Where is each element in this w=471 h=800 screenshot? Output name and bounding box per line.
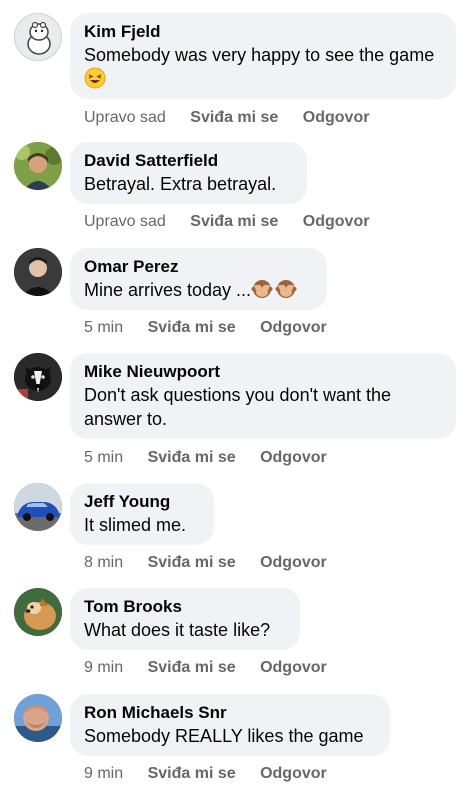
reply-button[interactable]: Odgovor xyxy=(260,659,327,676)
person-avatar-icon xyxy=(14,694,62,742)
timestamp: 8 min xyxy=(84,554,124,571)
timestamp: Upravo sad xyxy=(84,213,166,230)
like-button[interactable]: Sviđa mi se xyxy=(148,554,236,571)
commenter-name[interactable]: Mike Nieuwpoort xyxy=(84,361,442,383)
comment-bubble: Kim Fjeld Somebody was very happy to see… xyxy=(70,13,456,99)
commenter-name[interactable]: Omar Perez xyxy=(84,256,313,278)
comment-text-wrap: Somebody was very happy to see the game xyxy=(84,43,442,95)
laughing-emoji-icon xyxy=(84,67,106,95)
dog-avatar-icon xyxy=(14,588,62,636)
comment-text: What does it taste like? xyxy=(84,620,271,640)
comment-bubble: Ron Michaels Snr Somebody REALLY likes t… xyxy=(70,694,390,756)
comment-text: Betrayal. Extra betrayal. xyxy=(84,174,277,194)
like-button[interactable]: Sviđa mi se xyxy=(148,319,236,336)
reply-button[interactable]: Odgovor xyxy=(260,449,327,466)
like-button[interactable]: Sviđa mi se xyxy=(148,659,236,676)
comment-bubble: Tom Brooks What does it taste like? xyxy=(70,588,300,650)
avatar[interactable] xyxy=(14,353,62,401)
see-no-evil-monkey-icon xyxy=(251,278,273,306)
avatar[interactable] xyxy=(14,694,62,742)
avatar[interactable] xyxy=(14,142,62,190)
avatar[interactable] xyxy=(14,248,62,296)
avatar[interactable] xyxy=(14,483,62,531)
avatar[interactable] xyxy=(14,13,62,61)
commenter-name[interactable]: Ron Michaels Snr xyxy=(84,702,376,724)
reply-button[interactable]: Odgovor xyxy=(260,765,327,782)
like-button[interactable]: Sviđa mi se xyxy=(190,109,278,126)
comment-text: It slimed me. xyxy=(84,515,187,535)
person-avatar-icon xyxy=(14,248,62,296)
comment-bubble: David Satterfield Betrayal. Extra betray… xyxy=(70,142,307,204)
reply-button[interactable]: Odgovor xyxy=(260,319,327,336)
timestamp: 5 min xyxy=(84,449,124,466)
commenter-name[interactable]: Kim Fjeld xyxy=(84,21,442,43)
reply-button[interactable]: Odgovor xyxy=(303,109,370,126)
like-button[interactable]: Sviđa mi se xyxy=(148,449,236,466)
comment-bubble: Omar Perez Mine arrives today ... xyxy=(70,248,327,310)
timestamp: Upravo sad xyxy=(84,109,166,126)
comment-bubble: Jeff Young It slimed me. xyxy=(70,483,214,545)
like-button[interactable]: Sviđa mi se xyxy=(190,213,278,230)
car-avatar-icon xyxy=(14,483,62,531)
comment-actions: 8 min Sviđa mi se Odgovor xyxy=(84,553,347,573)
dog-avatar-icon xyxy=(14,353,62,401)
comment-actions: Upravo sad Sviđa mi se Odgovor xyxy=(84,108,389,128)
see-no-evil-monkey-icon xyxy=(275,278,297,306)
comment-text: Don't ask questions you don't want the a… xyxy=(84,385,392,429)
comment-text: Somebody REALLY likes the game xyxy=(84,726,364,746)
timestamp: 5 min xyxy=(84,319,124,336)
comment-bubble: Mike Nieuwpoort Don't ask questions you … xyxy=(70,353,456,439)
moomin-avatar-icon xyxy=(27,21,51,55)
timestamp: 9 min xyxy=(84,659,124,676)
like-button[interactable]: Sviđa mi se xyxy=(148,765,236,782)
commenter-name[interactable]: David Satterfield xyxy=(84,150,293,172)
comment-actions: Upravo sad Sviđa mi se Odgovor xyxy=(84,212,389,232)
reply-button[interactable]: Odgovor xyxy=(260,554,327,571)
comment-text-wrap: Mine arrives today ... xyxy=(84,278,313,306)
comment-actions: 5 min Sviđa mi se Odgovor xyxy=(84,318,347,338)
comment-text: Mine arrives today ... xyxy=(84,280,252,300)
avatar[interactable] xyxy=(14,588,62,636)
comment-text: Somebody was very happy to see the game xyxy=(84,45,435,65)
timestamp: 9 min xyxy=(84,765,124,782)
comment-actions: 9 min Sviđa mi se Odgovor xyxy=(84,658,347,678)
person-avatar-icon xyxy=(14,142,62,190)
commenter-name[interactable]: Jeff Young xyxy=(84,491,200,513)
reply-button[interactable]: Odgovor xyxy=(303,213,370,230)
comment-actions: 9 min Sviđa mi se Odgovor xyxy=(84,764,347,784)
comment-actions: 5 min Sviđa mi se Odgovor xyxy=(84,448,347,468)
commenter-name[interactable]: Tom Brooks xyxy=(84,596,286,618)
